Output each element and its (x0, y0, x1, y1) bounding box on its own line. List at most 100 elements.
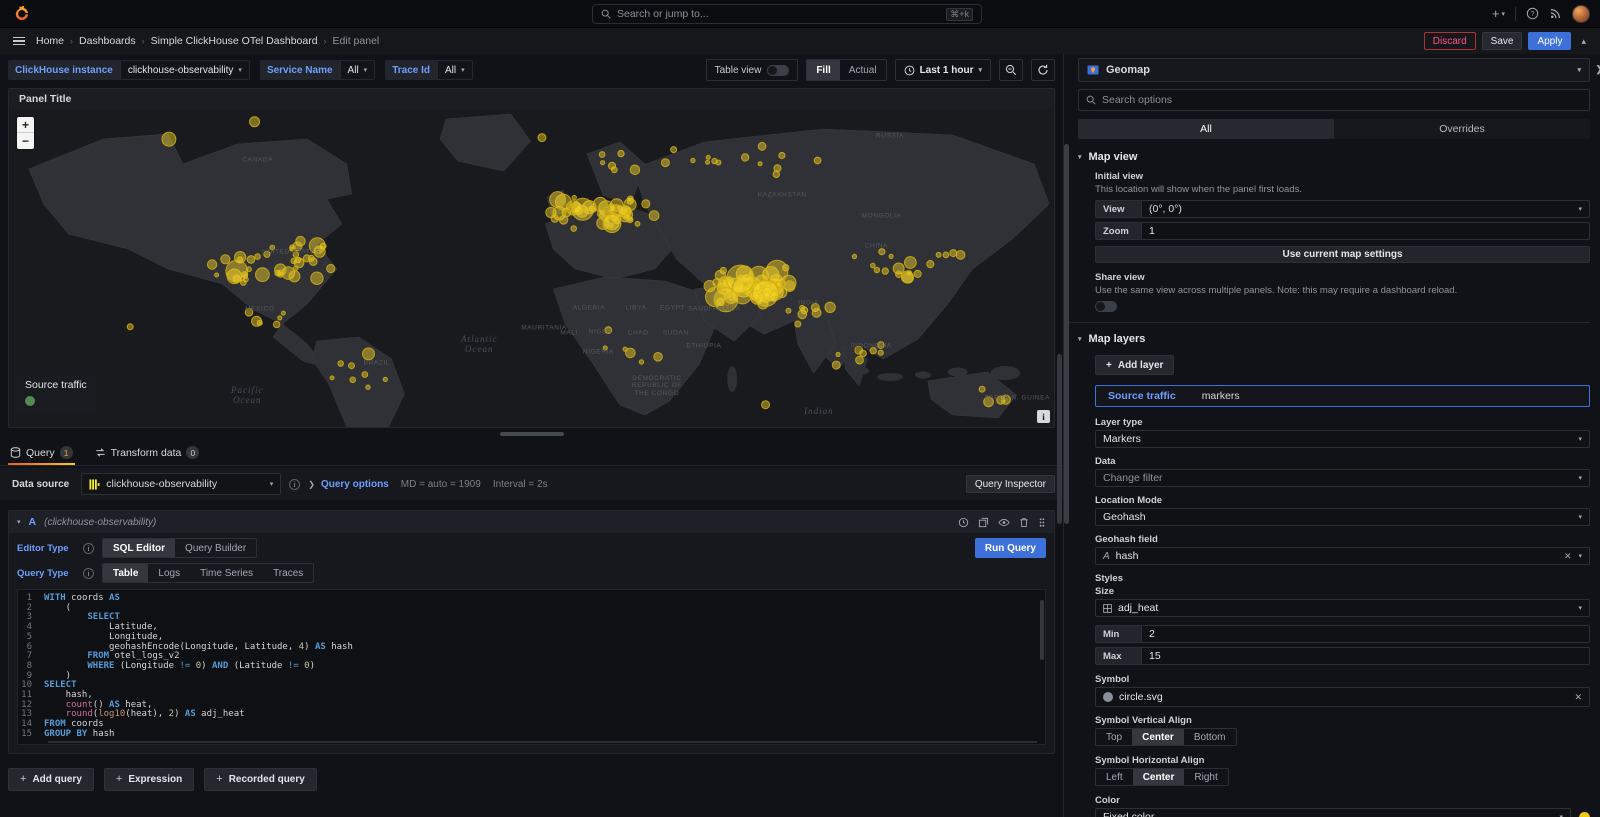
symbol-select[interactable]: circle.svg ✕ (1095, 687, 1590, 707)
sql-line[interactable]: 3 SELECT (18, 613, 1045, 623)
collapse-options-pane-icon[interactable]: ❯ (1595, 64, 1600, 75)
world-map[interactable]: RUSSIACANADAUNITED STATESMEXICOBRAZILKAZ… (9, 109, 1054, 427)
sql-line[interactable]: 9 ) (18, 672, 1045, 682)
min-size-input[interactable] (1149, 628, 1582, 640)
collapse-toolbar-icon[interactable]: ▴ (1577, 36, 1590, 47)
add-layer-button[interactable]: + Add layer (1095, 355, 1174, 375)
panel-title[interactable]: Panel Title (9, 89, 1054, 109)
sql-line[interactable]: 8 WHERE (Longitude != 0) AND (Latitude !… (18, 662, 1045, 672)
menu-toggle-icon[interactable] (10, 34, 28, 49)
sql-line[interactable]: 13 round(log10(heat), 2) AS adj_heat (18, 710, 1045, 720)
refresh-button[interactable] (1031, 59, 1055, 81)
valign-top-option[interactable]: Top (1096, 729, 1132, 745)
traces-option[interactable]: Traces (263, 564, 313, 582)
actual-option[interactable]: Actual (840, 60, 886, 80)
layer-item-source-traffic[interactable]: Source traffic markers (1095, 385, 1590, 407)
query-type-help-icon[interactable]: i (83, 568, 94, 579)
valign-bottom-option[interactable]: Bottom (1184, 729, 1236, 745)
datasource-picker[interactable]: clickhouse-observability ▾ (81, 473, 281, 495)
pane-resize-handle[interactable] (500, 432, 564, 436)
query-row-header[interactable]: ▾ A (clickhouse-observability) (9, 511, 1054, 533)
location-mode-select[interactable]: Geohash ▾ (1095, 508, 1590, 526)
run-query-button[interactable]: Run Query (975, 538, 1046, 558)
query-history-icon[interactable] (958, 517, 969, 528)
halign-right-option[interactable]: Right (1184, 769, 1227, 785)
recorded-query-button[interactable]: +Recorded query (204, 768, 317, 791)
sidebar-scrollbar[interactable] (1064, 144, 1069, 524)
editor-type-help-icon[interactable]: i (83, 543, 94, 554)
news-icon[interactable] (1549, 7, 1562, 20)
share-view-toggle[interactable] (1095, 301, 1117, 312)
variable-value-dropdown[interactable]: clickhouse-observability▾ (120, 60, 250, 80)
sql-line[interactable]: 14FROM coords (18, 720, 1045, 730)
user-avatar[interactable] (1572, 5, 1590, 23)
geohash-field-select[interactable]: A hash ✕ ▾ (1095, 547, 1590, 565)
tab-transform-data[interactable]: Transform data 0 (93, 446, 202, 465)
remove-query-trash-icon[interactable] (1019, 517, 1029, 528)
valign-center-option[interactable]: Center (1132, 729, 1184, 745)
collapse-query-icon[interactable]: ▾ (17, 518, 21, 526)
time-series-option[interactable]: Time Series (190, 564, 263, 582)
tab-query[interactable]: Query 1 (8, 446, 75, 465)
sql-line[interactable]: 1WITH coords AS (18, 594, 1045, 604)
tab-overrides[interactable]: Overrides (1334, 119, 1590, 139)
layer-type-select[interactable]: Markers ▾ (1095, 430, 1590, 448)
tab-all-options[interactable]: All (1078, 119, 1334, 139)
duplicate-query-icon[interactable] (978, 517, 989, 528)
sql-code-editor[interactable]: 1WITH coords AS2 (3 SELECT4 Latitude,5 L… (17, 589, 1046, 745)
sql-line[interactable]: 11 hash, (18, 691, 1045, 701)
table-view-toggle[interactable] (767, 65, 789, 76)
clear-icon[interactable]: ✕ (1574, 692, 1582, 703)
fill-option[interactable]: Fill (807, 60, 839, 80)
help-icon[interactable]: ? (1526, 7, 1539, 20)
sql-line[interactable]: 15GROUP BY hash (18, 730, 1045, 740)
max-size-input[interactable] (1149, 650, 1582, 662)
datasource-help-icon[interactable]: i (289, 479, 300, 490)
logs-option[interactable]: Logs (148, 564, 190, 582)
code-editor-hscrollbar[interactable] (48, 741, 1037, 743)
sql-editor-option[interactable]: SQL Editor (103, 539, 175, 557)
global-search[interactable]: ⌘+k (592, 4, 982, 24)
query-inspector-button[interactable]: Query Inspector (966, 475, 1055, 493)
map-attribution-info-icon[interactable]: i (1037, 410, 1050, 423)
color-select[interactable]: Fixed color ▾ (1095, 808, 1571, 817)
clear-icon[interactable]: ✕ (1564, 551, 1572, 562)
add-query-button[interactable]: +Add query (8, 768, 94, 791)
expression-button[interactable]: +Expression (104, 768, 194, 791)
new-menu-button[interactable]: +▾ (1492, 6, 1505, 21)
color-swatch[interactable] (1579, 812, 1590, 817)
left-pane-scrollbar[interactable] (1057, 354, 1062, 524)
sql-line[interactable]: 2 ( (18, 604, 1045, 614)
breadcrumb-dashboard-name[interactable]: Simple ClickHouse OTel Dashboard (151, 35, 318, 47)
drag-handle-icon[interactable] (1038, 517, 1046, 528)
grafana-logo-icon[interactable] (12, 5, 30, 23)
variable-value-dropdown[interactable]: All▾ (437, 60, 473, 80)
time-range-picker[interactable]: Last 1 hour ▾ (895, 59, 991, 81)
zoom-out-time-button[interactable] (999, 59, 1023, 81)
view-select[interactable]: (0°, 0°) ▾ (1141, 200, 1590, 218)
halign-left-option[interactable]: Left (1096, 769, 1133, 785)
map-zoom-in-button[interactable]: + (17, 117, 34, 133)
options-search[interactable] (1078, 89, 1590, 111)
table-option[interactable]: Table (103, 564, 148, 582)
data-filter-select[interactable]: Change filter ▾ (1095, 469, 1590, 487)
query-builder-option[interactable]: Query Builder (175, 539, 256, 557)
section-map-view[interactable]: ▾ Map view (1078, 151, 1590, 163)
query-options-link[interactable]: Query options (321, 479, 389, 490)
code-editor-scrollbar[interactable] (1040, 600, 1044, 660)
search-input[interactable] (617, 8, 940, 20)
zoom-input[interactable] (1149, 225, 1582, 237)
apply-button[interactable]: Apply (1528, 32, 1571, 50)
sql-line[interactable]: 10SELECT (18, 681, 1045, 691)
breadcrumb-home[interactable]: Home (36, 35, 64, 47)
halign-center-option[interactable]: Center (1133, 769, 1185, 785)
breadcrumb-dashboards[interactable]: Dashboards (79, 35, 136, 47)
options-search-input[interactable] (1102, 94, 1582, 106)
section-map-layers[interactable]: ▾ Map layers (1078, 333, 1590, 345)
discard-button[interactable]: Discard (1424, 32, 1476, 50)
hide-response-eye-icon[interactable] (998, 517, 1010, 528)
sql-line[interactable]: 4 Latitude, (18, 623, 1045, 633)
size-field-select[interactable]: adj_heat ▾ (1095, 599, 1590, 617)
map-zoom-out-button[interactable]: − (17, 133, 34, 149)
variable-value-dropdown[interactable]: All▾ (340, 60, 376, 80)
